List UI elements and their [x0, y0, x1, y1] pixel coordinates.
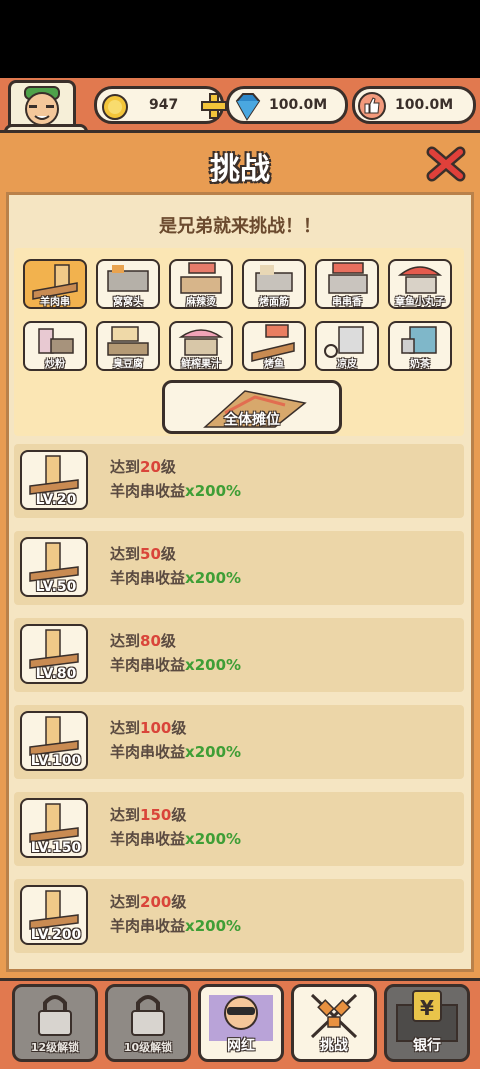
stall-button[interactable]: 羊肉串: [23, 259, 87, 309]
level-badge: LV.150: [30, 840, 82, 856]
reward-text: 羊肉串收益x200%: [110, 656, 242, 674]
gem-counter: 100.0M: [226, 86, 348, 124]
reward-text: 羊肉串收益x200%: [110, 569, 242, 587]
close-icon[interactable]: [426, 146, 466, 182]
all-stalls-button[interactable]: 全体摊位: [162, 380, 342, 434]
stall-button[interactable]: 臭豆腐: [96, 321, 160, 371]
stall-button[interactable]: 凉皮: [315, 321, 379, 371]
level-badge: LV.20: [35, 492, 77, 508]
lock-icon: [38, 995, 72, 1036]
stall-button[interactable]: 窝窝头: [96, 259, 160, 309]
stall-button[interactable]: 串串香: [315, 259, 379, 309]
challenge-row: LV.20 达到20级 羊肉串收益x200%: [14, 444, 464, 518]
level-badge: LV.80: [35, 666, 77, 682]
reward-text: 羊肉串收益x200%: [110, 743, 242, 761]
reward-text: 羊肉串收益x200%: [110, 917, 242, 935]
challenge-row: LV.50 达到50级 羊肉串收益x200%: [14, 531, 464, 605]
goal-text: 达到20级: [110, 458, 176, 476]
likes-counter: 100.0M: [352, 86, 476, 124]
reward-text: 羊肉串收益x200%: [110, 830, 242, 848]
lock-icon: [131, 995, 165, 1036]
goal-text: 达到200级: [110, 893, 187, 911]
add-coins-icon[interactable]: [201, 93, 227, 119]
level-badge: LV.50: [35, 579, 77, 595]
stall-button[interactable]: 炒粉: [23, 321, 87, 371]
challenge-row: LV.200 达到200级 羊肉串收益x200%: [14, 879, 464, 953]
challenge-row: LV.80 达到80级 羊肉串收益x200%: [14, 618, 464, 692]
gem-amount: 100.0M: [269, 97, 328, 113]
stall-button[interactable]: 烤面筋: [242, 259, 306, 309]
stall-button[interactable]: 烤鱼: [242, 321, 306, 371]
goal-text: 达到80级: [110, 632, 176, 650]
level-badge: LV.200: [30, 927, 82, 943]
panel-subtitle: 是兄弟就来挑战！！: [159, 216, 321, 237]
stall-button[interactable]: 章鱼小丸子: [388, 259, 452, 309]
panel-title: 挑战: [210, 152, 270, 187]
stall-button[interactable]: 奶茶: [388, 321, 452, 371]
tab-bank[interactable]: ¥ 银行: [384, 984, 470, 1062]
goal-text: 达到150级: [110, 806, 187, 824]
stall-button[interactable]: 麻辣烫: [169, 259, 233, 309]
likes-amount: 100.0M: [395, 97, 454, 113]
tab-locked-12[interactable]: 12级解锁: [12, 984, 98, 1062]
coin-icon: [102, 94, 128, 120]
tab-influencer[interactable]: 网红: [198, 984, 284, 1062]
level-badge: LV.100: [30, 753, 82, 769]
challenge-row: LV.100 达到100级 羊肉串收益x200%: [14, 705, 464, 779]
diamond-icon: [235, 93, 261, 121]
reward-text: 羊肉串收益x200%: [110, 482, 242, 500]
tab-challenge[interactable]: 挑战: [291, 984, 377, 1062]
stall-button[interactable]: 鲜榨果汁: [169, 321, 233, 371]
coin-counter: 947: [94, 86, 227, 124]
svg-text:¥: ¥: [420, 996, 434, 1020]
coin-amount: 947: [149, 97, 179, 113]
thumbs-up-icon: [358, 92, 386, 120]
goal-text: 达到100级: [110, 719, 187, 737]
tab-locked-10[interactable]: 10级解锁: [105, 984, 191, 1062]
challenge-row: LV.150 达到150级 羊肉串收益x200%: [14, 792, 464, 866]
goal-text: 达到50级: [110, 545, 176, 563]
